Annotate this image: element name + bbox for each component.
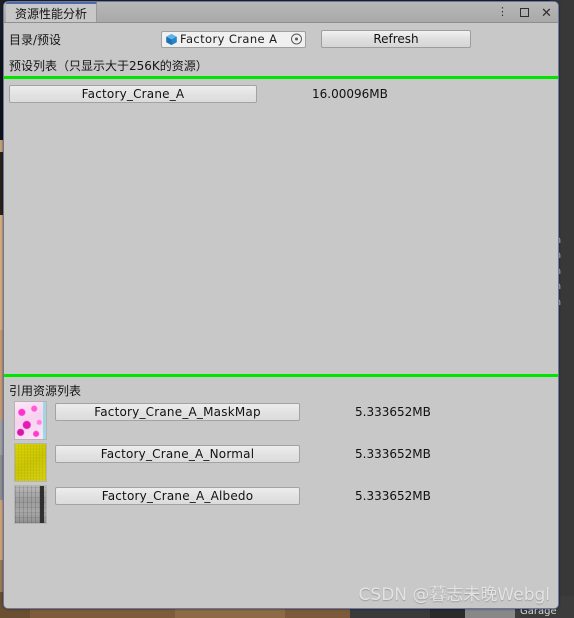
- directory-prefab-label: 目录/预设: [9, 32, 62, 47]
- table-row: Factory_Crane_A_MaskMap 5.333652MB: [4, 401, 558, 443]
- prefab-object-field-value: Factory Crane A: [180, 32, 278, 46]
- reference-name-label: Factory_Crane_A_Normal: [100, 447, 255, 461]
- prefab-list-title: 预设列表（只显示大于256K的资源）: [9, 59, 208, 73]
- texture-thumbnail-albedo[interactable]: [14, 485, 47, 524]
- prefab-cube-icon: [164, 32, 178, 46]
- toolbar-row: 目录/预设 Factory Crane A Refresh: [4, 23, 558, 52]
- texture-thumbnail-normal[interactable]: [14, 443, 47, 482]
- texture-thumbnail-maskmap[interactable]: [14, 401, 47, 440]
- reference-size-value: 5.333652MB: [355, 447, 431, 461]
- window-controls: ⋮ ✕: [496, 2, 553, 22]
- maximize-button[interactable]: [518, 6, 531, 19]
- table-row: Factory_Crane_A_Normal 5.333652MB: [4, 443, 558, 485]
- reference-name-button[interactable]: Factory_Crane_A_Albedo: [55, 487, 300, 505]
- table-row: Factory_Crane_A 16.00096MB: [4, 79, 558, 105]
- table-row: Factory_Crane_A_Albedo 5.333652MB: [4, 485, 558, 527]
- reference-name-label: Factory_Crane_A_Albedo: [101, 489, 254, 503]
- reference-name-button[interactable]: Factory_Crane_A_MaskMap: [55, 403, 300, 421]
- window-menu-icon[interactable]: ⋮: [496, 6, 509, 19]
- resource-performance-window: 资源性能分析 ⋮ ✕ 目录/预设 Factory Crane A Refresh…: [3, 1, 559, 609]
- reference-list-panel[interactable]: Factory_Crane_A_MaskMap 5.333652MB Facto…: [4, 401, 558, 608]
- window-body: 目录/预设 Factory Crane A Refresh 预设列表（只显示大于…: [4, 23, 558, 608]
- reference-size-value: 5.333652MB: [355, 489, 431, 503]
- prefab-name-button[interactable]: Factory_Crane_A: [9, 85, 257, 103]
- refresh-button-label: Refresh: [373, 32, 419, 46]
- object-picker-icon[interactable]: [291, 33, 302, 45]
- tab-label: 资源性能分析: [15, 6, 88, 21]
- close-icon[interactable]: ✕: [540, 6, 553, 19]
- reference-size-value: 5.333652MB: [355, 405, 431, 419]
- maximize-icon: [520, 7, 529, 17]
- refresh-button[interactable]: Refresh: [321, 30, 471, 48]
- reference-name-button[interactable]: Factory_Crane_A_Normal: [55, 445, 300, 463]
- prefab-size-value: 16.00096MB: [312, 87, 388, 101]
- window-titlebar: 资源性能分析 ⋮ ✕: [4, 2, 558, 23]
- prefab-list-panel[interactable]: Factory_Crane_A 16.00096MB: [4, 79, 558, 374]
- tab-resource-performance-analysis[interactable]: 资源性能分析: [6, 2, 98, 22]
- prefab-object-field[interactable]: Factory Crane A: [161, 30, 306, 48]
- reference-list-title: 引用资源列表: [9, 384, 82, 398]
- reference-name-label: Factory_Crane_A_MaskMap: [94, 405, 261, 419]
- prefab-name-label: Factory_Crane_A: [81, 87, 185, 101]
